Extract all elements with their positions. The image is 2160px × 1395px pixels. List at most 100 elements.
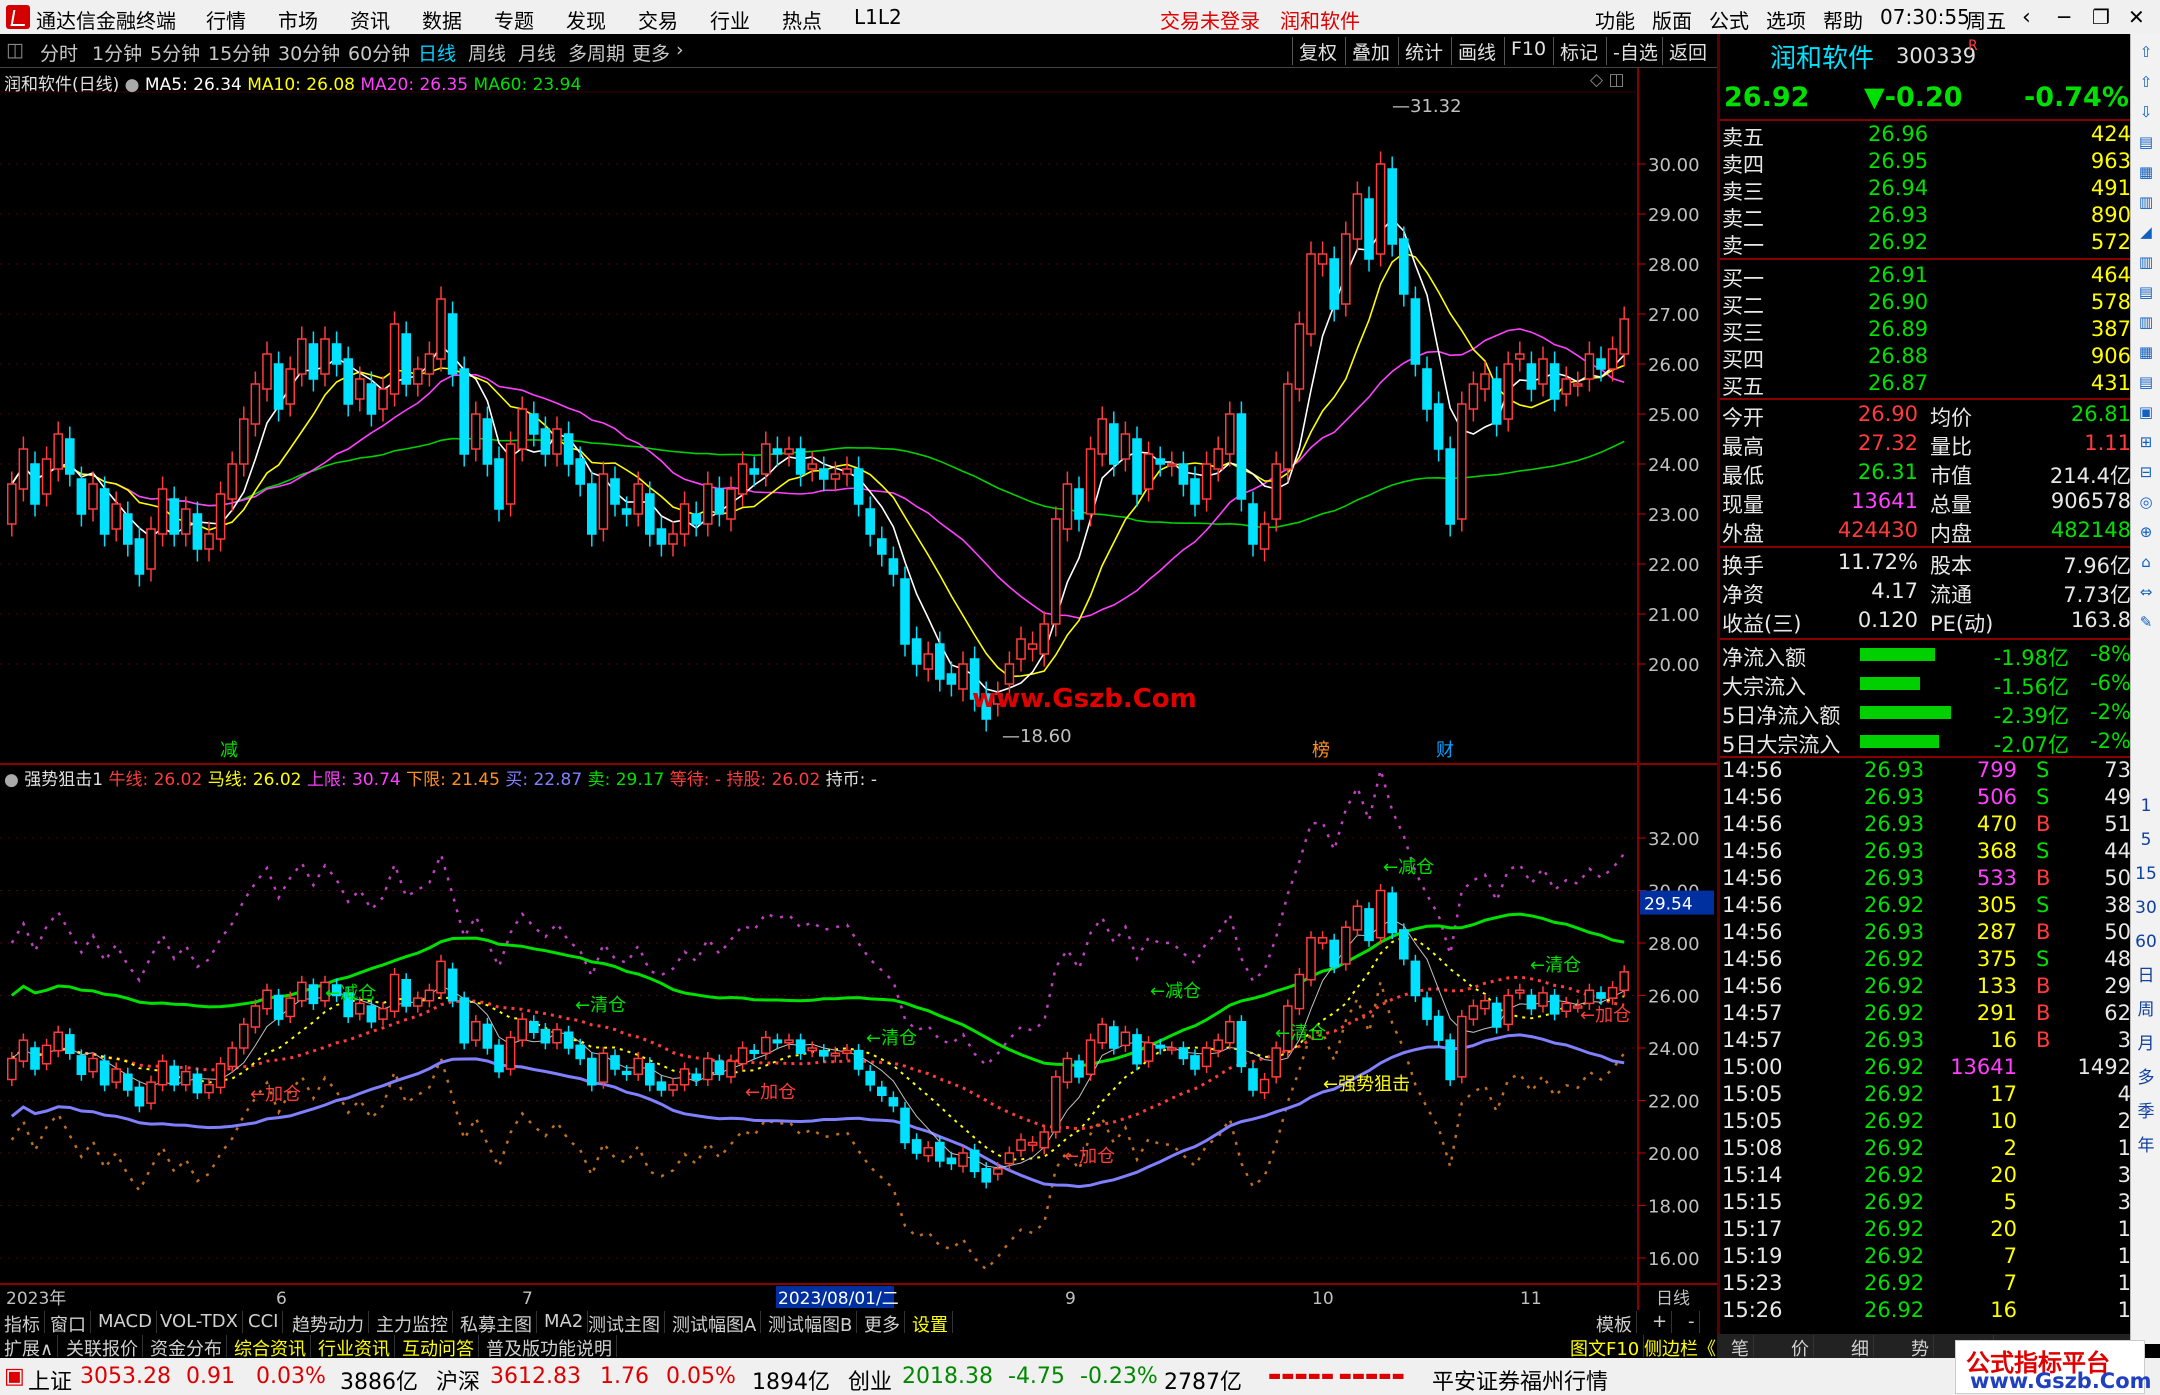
settings-dot-icon[interactable]: ● — [125, 75, 145, 95]
grid-icon[interactable]: ▦ — [2134, 160, 2158, 184]
tab-vol[interactable]: VOL-TDX — [156, 1311, 243, 1333]
close-icon[interactable]: ✕ — [2128, 5, 2145, 29]
period-1min[interactable]: 1分钟 — [92, 39, 142, 66]
tab-test-main[interactable]: 测试主图 — [584, 1311, 665, 1336]
mark-button[interactable]: 标记 — [1553, 37, 1604, 65]
tab-main-monitor[interactable]: 主力监控 — [372, 1311, 453, 1336]
target-icon[interactable]: ◎ — [2134, 490, 2158, 514]
side-period-9[interactable]: 季 — [2134, 1100, 2158, 1124]
period-daily[interactable]: 日线 — [418, 39, 456, 66]
chart-area[interactable]: 30.00 29.00 28.00 27.00 26.00 25.00 24.00 23.00… — [0, 68, 1720, 1310]
tab-more[interactable]: 更多 — [860, 1311, 905, 1336]
menu-topics[interactable]: 专题 — [494, 5, 534, 34]
period-multi[interactable]: 多周期 — [568, 39, 625, 66]
box-icon[interactable]: ▣ — [2134, 400, 2158, 424]
menu-layout[interactable]: 版面 — [1652, 5, 1692, 34]
menu-function[interactable]: 功能 — [1595, 5, 1635, 34]
cy-name[interactable]: 创业 — [848, 1364, 892, 1395]
zoom-icon[interactable]: ⊕ — [2134, 520, 2158, 544]
kline-chart-svg[interactable]: 30.00 29.00 28.00 27.00 26.00 25.00 24.00 23.00… — [0, 68, 1720, 1310]
tab-expand[interactable]: 扩展∧ — [0, 1335, 59, 1360]
back-button[interactable]: 返回 — [1662, 37, 1713, 65]
overlay-button[interactable]: 叠加 — [1345, 37, 1396, 65]
column-icon[interactable]: ▥ — [2134, 310, 2158, 334]
index-icon[interactable]: ▣ — [4, 1364, 25, 1389]
add-window-button[interactable]: + — [1648, 1311, 1673, 1333]
menu-news[interactable]: 资讯 — [350, 5, 390, 34]
page-down-icon[interactable]: ⇩ — [2134, 100, 2158, 124]
login-status[interactable]: 交易未登录 — [1160, 5, 1260, 34]
hs-name[interactable]: 沪深 — [436, 1364, 480, 1395]
tab-test-b[interactable]: 测试幅图B — [764, 1311, 858, 1336]
tab-private[interactable]: 私募主图 — [456, 1311, 537, 1336]
tab-industry-news[interactable]: 行业资讯 — [314, 1335, 395, 1360]
side-period-6[interactable]: 周 — [2134, 998, 2158, 1022]
tab-news[interactable]: 综合资讯 — [230, 1335, 311, 1360]
side-period-4[interactable]: 60 — [2134, 930, 2158, 954]
period-5min[interactable]: 5分钟 — [150, 39, 200, 66]
restore-icon[interactable]: ❐ — [2092, 5, 2110, 29]
period-tick[interactable]: 分时 — [40, 39, 78, 66]
menu-market[interactable]: 行情 — [206, 5, 246, 34]
tab-indicator[interactable]: 指标 — [0, 1311, 45, 1336]
expand-icon[interactable]: ⊞ — [2134, 430, 2158, 454]
period-more[interactable]: 更多 — [632, 39, 670, 66]
collapse-icon[interactable]: ⊟ — [2134, 460, 2158, 484]
trend-icon[interactable]: ◢ — [2134, 220, 2158, 244]
side-period-2[interactable]: 15 — [2134, 862, 2158, 886]
period-monthly[interactable]: 月线 — [518, 39, 556, 66]
side-period-8[interactable]: 多 — [2134, 1066, 2158, 1090]
table-icon[interactable]: ▥ — [2134, 190, 2158, 214]
tab-cci[interactable]: CCI — [244, 1311, 284, 1333]
tab-test-a[interactable]: 测试幅图A — [668, 1311, 762, 1336]
menu-trade[interactable]: 交易 — [638, 5, 678, 34]
indicator-dot-icon[interactable]: ● — [4, 770, 24, 790]
menu-exchange[interactable]: 市场 — [278, 5, 318, 34]
tab-window[interactable]: 窗口 — [46, 1311, 91, 1336]
tab-related-quotes[interactable]: 关联报价 — [62, 1335, 143, 1360]
tab-trend[interactable]: 趋势动力 — [288, 1311, 369, 1336]
side-period-3[interactable]: 30 — [2134, 896, 2158, 920]
notes-icon[interactable]: ▤ — [2134, 370, 2158, 394]
page-up-icon[interactable]: ⇧ — [2134, 70, 2158, 94]
menu-formula[interactable]: 公式 — [1709, 5, 1749, 34]
minimize-icon[interactable]: ─ — [2058, 5, 2070, 29]
template-button[interactable]: 模板 — [1592, 1311, 1637, 1336]
adjust-button[interactable]: 复权 — [1292, 37, 1343, 65]
tab-macd[interactable]: MACD — [94, 1311, 157, 1333]
tab-help[interactable]: 普及版功能说明 — [482, 1335, 617, 1360]
panel-toggle-icon[interactable]: ◫ — [6, 39, 24, 61]
draw-icon[interactable]: ✎ — [2134, 610, 2158, 634]
tab-ma2[interactable]: MA2 — [540, 1311, 589, 1333]
tab-detail[interactable]: 细 — [1847, 1335, 1874, 1360]
menu-l1l2[interactable]: L1L2 — [854, 5, 902, 29]
list-icon[interactable]: ▤ — [2134, 130, 2158, 154]
more-chevron-icon[interactable]: › — [676, 39, 684, 61]
f10-button[interactable]: F10 — [1504, 37, 1552, 65]
menu-discover[interactable]: 发现 — [566, 5, 606, 34]
chart-settings-icon[interactable]: ◇ ◫ — [1590, 70, 1625, 90]
broker-name[interactable]: 平安证券福州行情 — [1432, 1364, 1608, 1395]
side-period-7[interactable]: 月 — [2134, 1032, 2158, 1056]
report-icon[interactable]: ▤ — [2134, 280, 2158, 304]
tab-trend-small[interactable]: 势 — [1907, 1335, 1934, 1360]
menu-help[interactable]: 帮助 — [1823, 5, 1863, 34]
side-period-0[interactable]: 1 — [2134, 794, 2158, 818]
tab-trades[interactable]: 笔 — [1727, 1335, 1754, 1360]
side-period-1[interactable]: 5 — [2134, 828, 2158, 852]
compare-icon[interactable]: ⇔ — [2134, 580, 2158, 604]
menu-options[interactable]: 选项 — [1766, 5, 1806, 34]
side-period-5[interactable]: 日 — [2134, 964, 2158, 988]
tab-settings[interactable]: 设置 — [908, 1311, 953, 1336]
tab-price[interactable]: 价 — [1787, 1335, 1814, 1360]
menu-hot[interactable]: 热点 — [782, 5, 822, 34]
period-30min[interactable]: 30分钟 — [278, 39, 340, 66]
menu-data[interactable]: 数据 — [422, 5, 462, 34]
menu-industry[interactable]: 行业 — [710, 5, 750, 34]
watchlist-remove-button[interactable]: -自选 — [1606, 37, 1664, 65]
stats-button[interactable]: 统计 — [1398, 37, 1449, 65]
tab-f10[interactable]: 图文F10 — [1566, 1335, 1645, 1360]
bars-icon[interactable]: ▥ — [2134, 250, 2158, 274]
tab-capital[interactable]: 资金分布 — [146, 1335, 227, 1360]
remove-window-button[interactable]: - — [1684, 1311, 1700, 1333]
